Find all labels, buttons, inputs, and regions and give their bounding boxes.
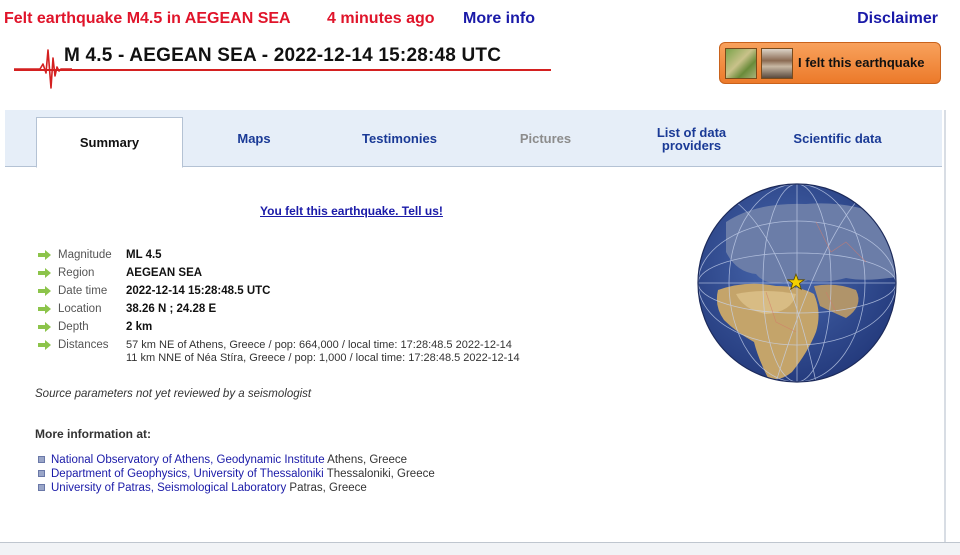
source-note: Source parameters not yet reviewed by a … [35,388,312,400]
content-right-border [944,110,946,542]
disclaimer-link[interactable]: Disclaimer [857,10,938,28]
tell-us-link[interactable]: You felt this earthquake. Tell us! [260,204,443,218]
distance-line: 57 km NE of Athens, Greece / pop: 664,00… [126,339,512,351]
bottom-rule [0,542,960,555]
green-arrow-icon [38,304,51,314]
felt-earthquake-text: Felt earthquake M4.5 in AEGEAN SEA [4,10,291,27]
tab-data-providers[interactable]: List of data providers [625,110,758,167]
param-value: AEGEAN SEA [126,267,203,279]
tab-bar: Summary Maps Testimonies Pictures List o… [5,110,942,168]
param-key: Magnitude [58,249,112,261]
square-bullet-icon [38,470,45,477]
param-value: 2022-12-14 15:28:48.5 UTC [126,285,271,297]
tab-scientific-data[interactable]: Scientific data [771,110,904,167]
tab-maps[interactable]: Maps [189,110,319,167]
felt-button-label: I felt this earthquake [798,55,925,70]
param-value: 2 km [126,321,153,333]
green-arrow-icon [38,250,51,260]
green-arrow-icon [38,340,51,350]
seismogram-logo [14,49,72,89]
i-felt-this-earthquake-button[interactable]: I felt this earthquake [719,42,941,84]
param-value: 38.26 N ; 24.28 E [126,303,217,315]
param-value: ML 4.5 [126,249,162,261]
map-thumbnail-icon [725,48,757,79]
green-arrow-icon [38,322,51,332]
page-title: M 4.5 - AEGEAN SEA - 2022-12-14 15:28:48… [64,45,502,66]
distances-values: 57 km NE of Athens, Greece / pop: 664,00… [126,339,520,365]
title-underline [14,69,551,71]
building-damage-thumbnail-icon [761,48,793,79]
provider-link[interactable]: University of Patras, Seismological Labo… [51,482,367,494]
distance-line: 11 km NNE of Néa Stíra, Greece / pop: 1,… [126,352,520,364]
tab-testimonies[interactable]: Testimonies [333,110,466,167]
top-bar: Felt earthquake M4.5 in AEGEAN SEA 4 min… [4,10,954,32]
param-key: Depth [58,321,89,333]
green-arrow-icon [38,268,51,278]
param-key: Distances [58,339,109,351]
param-key: Location [58,303,102,315]
more-info-heading: More information at: [35,427,151,441]
tab-pictures: Pictures [519,131,572,146]
provider-link[interactable]: Department of Geophysics, University of … [51,468,435,480]
square-bullet-icon [38,456,45,463]
param-key: Region [58,267,95,279]
tab-summary[interactable]: Summary [36,117,183,168]
square-bullet-icon [38,484,45,491]
green-arrow-icon [38,286,51,296]
globe-map[interactable] [696,182,898,384]
more-info-link[interactable]: More info [463,10,535,28]
time-ago-text: 4 minutes ago [327,10,435,27]
provider-link[interactable]: National Observatory of Athens, Geodynam… [51,454,407,466]
param-key: Date time [58,285,108,297]
